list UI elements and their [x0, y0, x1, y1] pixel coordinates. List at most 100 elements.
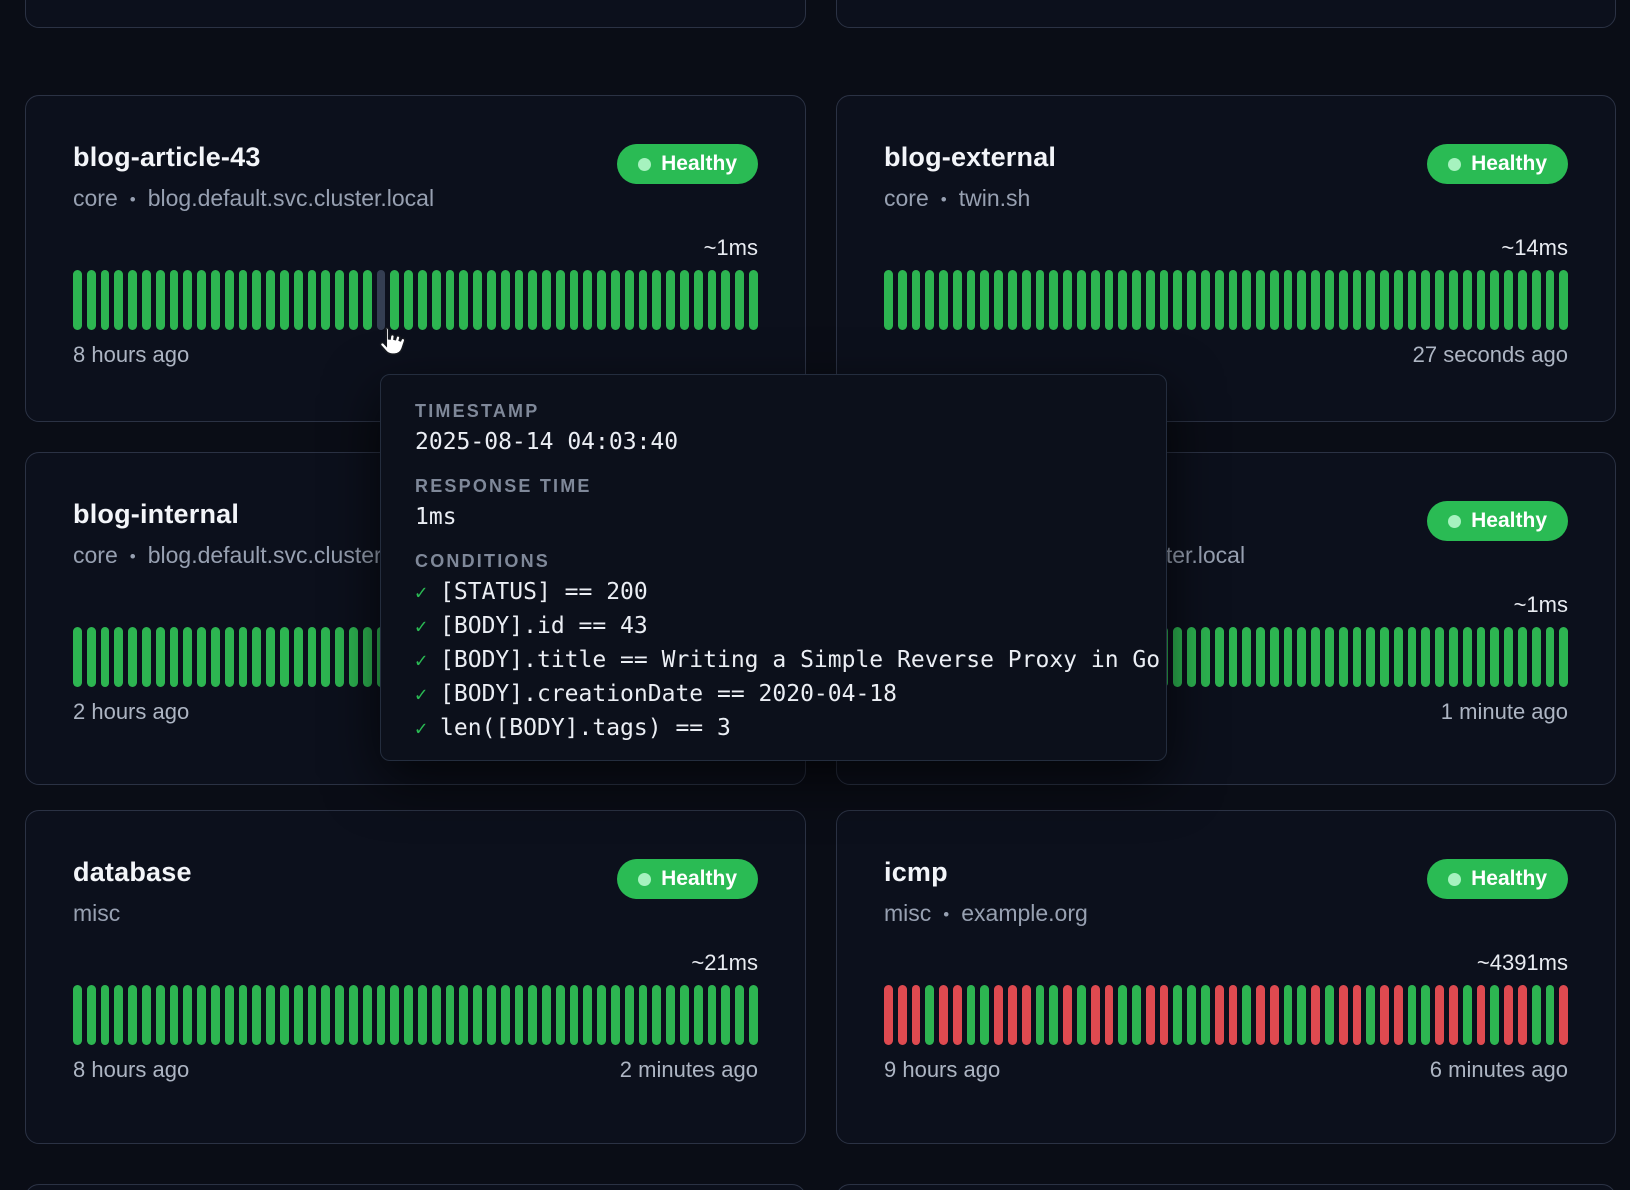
status-bar-success[interactable] [1435, 270, 1444, 330]
endpoint-card-database[interactable]: database misc Healthy ~21ms 8 hours ago … [25, 810, 806, 1144]
status-bar-success[interactable] [197, 270, 206, 330]
status-bar-success[interactable] [583, 985, 592, 1045]
status-bar-failure[interactable] [1160, 985, 1169, 1045]
status-bar-success[interactable] [1270, 627, 1279, 687]
status-bar-success[interactable] [1504, 270, 1513, 330]
status-bar-success[interactable] [1325, 270, 1334, 330]
status-bar-success[interactable] [1297, 985, 1306, 1045]
status-bar-failure[interactable] [1559, 985, 1568, 1045]
status-bar-success[interactable] [994, 270, 1003, 330]
status-bar-success[interactable] [1353, 270, 1362, 330]
status-bar-success[interactable] [114, 627, 123, 687]
status-bar-success[interactable] [1256, 270, 1265, 330]
status-bar-success[interactable] [1477, 627, 1486, 687]
status-bar-success[interactable] [680, 270, 689, 330]
status-bar-success[interactable] [321, 627, 330, 687]
status-bar-success[interactable] [1435, 627, 1444, 687]
status-bar-success[interactable] [953, 270, 962, 330]
status-bar-success[interactable] [363, 985, 372, 1045]
status-bar-success[interactable] [308, 985, 317, 1045]
status-bar-success[interactable] [1201, 627, 1210, 687]
status-bar-success[interactable] [1532, 985, 1541, 1045]
status-bar-success[interactable] [170, 985, 179, 1045]
status-bar-success[interactable] [1284, 627, 1293, 687]
status-bar-success[interactable] [390, 985, 399, 1045]
status-bar-success[interactable] [1242, 270, 1251, 330]
status-bar-success[interactable] [980, 270, 989, 330]
status-bar-success[interactable] [1449, 627, 1458, 687]
status-bar-success[interactable] [1297, 270, 1306, 330]
status-bar-success[interactable] [1366, 627, 1375, 687]
status-bar-failure[interactable] [898, 985, 907, 1045]
status-bar-success[interactable] [197, 627, 206, 687]
status-bar-success[interactable] [542, 270, 551, 330]
status-bar-success[interactable] [183, 270, 192, 330]
status-bar-success[interactable] [1242, 627, 1251, 687]
status-bar-success[interactable] [515, 270, 524, 330]
status-bar-success[interactable] [1380, 627, 1389, 687]
status-bar-success[interactable] [1339, 627, 1348, 687]
status-bar-success[interactable] [639, 270, 648, 330]
status-bar-success[interactable] [694, 270, 703, 330]
status-bar-success[interactable] [1215, 270, 1224, 330]
status-bar-failure[interactable] [1022, 985, 1031, 1045]
status-bar-failure[interactable] [939, 985, 948, 1045]
partial-card-bottom-left[interactable] [25, 1184, 806, 1190]
status-bar-success[interactable] [1353, 627, 1362, 687]
status-bar-success[interactable] [680, 985, 689, 1045]
status-bar-success[interactable] [73, 270, 82, 330]
endpoint-card-blog-external[interactable]: blog-external core • twin.sh Healthy ~14… [836, 95, 1616, 422]
status-bar-failure[interactable] [994, 985, 1003, 1045]
status-bar-success[interactable] [418, 985, 427, 1045]
status-bar-success[interactable] [694, 985, 703, 1045]
status-bar-success[interactable] [1229, 627, 1238, 687]
status-bar-success[interactable] [87, 627, 96, 687]
status-bar-success[interactable] [87, 270, 96, 330]
status-bar-success[interactable] [967, 985, 976, 1045]
status-bar-success[interactable] [639, 985, 648, 1045]
status-bar-success[interactable] [363, 627, 372, 687]
status-bar-success[interactable] [252, 985, 261, 1045]
status-bar-success[interactable] [1311, 270, 1320, 330]
status-bar-success[interactable] [459, 985, 468, 1045]
status-bar-success[interactable] [280, 627, 289, 687]
status-bar-success[interactable] [898, 270, 907, 330]
status-bar-success[interactable] [980, 985, 989, 1045]
status-bar-success[interactable] [473, 985, 482, 1045]
status-bar-success[interactable] [625, 270, 634, 330]
status-bar-success[interactable] [252, 270, 261, 330]
status-bar-hovered[interactable] [377, 270, 386, 330]
status-bar-success[interactable] [142, 270, 151, 330]
partial-card-bottom-right[interactable] [836, 1184, 1616, 1190]
status-bar-success[interactable] [294, 627, 303, 687]
status-bar-success[interactable] [1518, 270, 1527, 330]
status-bar-success[interactable] [1077, 985, 1086, 1045]
status-bar-success[interactable] [542, 985, 551, 1045]
status-bar-success[interactable] [1173, 627, 1182, 687]
status-bar-success[interactable] [473, 270, 482, 330]
status-bar-success[interactable] [183, 985, 192, 1045]
status-bar-success[interactable] [1408, 270, 1417, 330]
status-bar-success[interactable] [1366, 985, 1375, 1045]
status-bar-success[interactable] [349, 627, 358, 687]
status-bar-success[interactable] [1421, 985, 1430, 1045]
status-bar-success[interactable] [556, 270, 565, 330]
status-bar-success[interactable] [1463, 627, 1472, 687]
status-bar-success[interactable] [252, 627, 261, 687]
status-bar-success[interactable] [73, 985, 82, 1045]
status-bar-success[interactable] [170, 270, 179, 330]
status-bar-success[interactable] [1408, 985, 1417, 1045]
status-bar-success[interactable] [1463, 985, 1472, 1045]
status-bar-success[interactable] [925, 270, 934, 330]
status-bar-success[interactable] [1546, 627, 1555, 687]
status-bar-success[interactable] [487, 985, 496, 1045]
status-bar-success[interactable] [1187, 985, 1196, 1045]
status-bar-failure[interactable] [1504, 985, 1513, 1045]
status-bar-success[interactable] [266, 627, 275, 687]
status-bar-success[interactable] [1201, 985, 1210, 1045]
status-bar-failure[interactable] [1063, 985, 1072, 1045]
status-bar-success[interactable] [515, 985, 524, 1045]
status-bar-success[interactable] [1284, 270, 1293, 330]
status-bar-failure[interactable] [1256, 985, 1265, 1045]
status-bar-success[interactable] [446, 270, 455, 330]
